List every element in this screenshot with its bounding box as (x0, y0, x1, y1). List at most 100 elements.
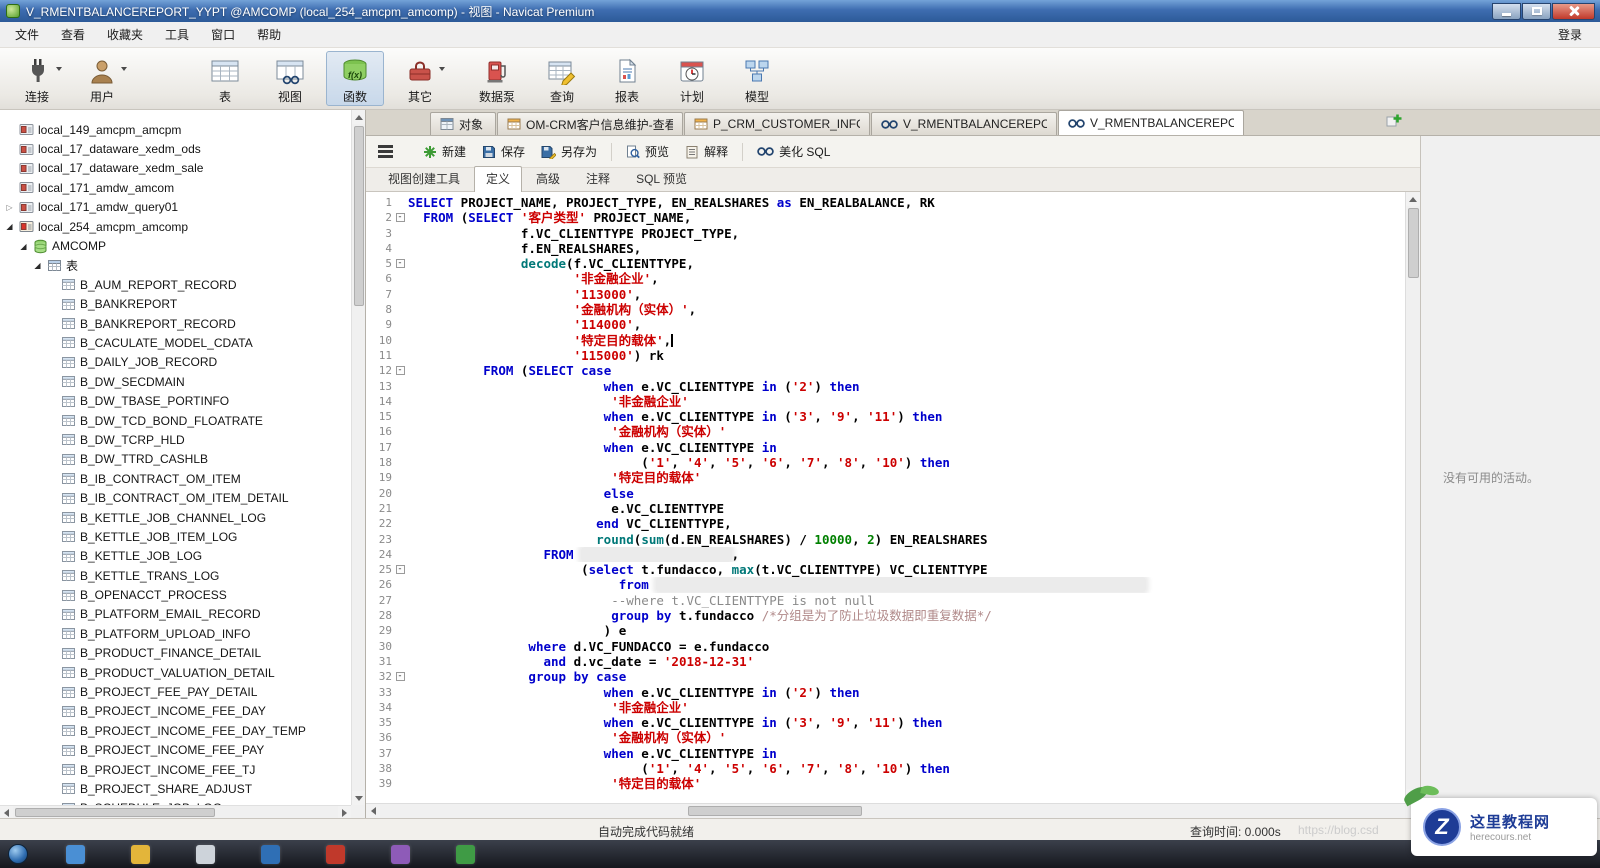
connection-item[interactable]: ◢ local_254_amcpm_amcomp (0, 217, 351, 236)
table-item[interactable]: B_DW_SECDMAIN (0, 372, 351, 391)
scroll-left-icon[interactable] (366, 804, 380, 818)
expanded-arrow-icon[interactable]: ◢ (32, 261, 43, 270)
table-item[interactable]: B_OPENACCT_PROCESS (0, 585, 351, 604)
code-text[interactable]: '非金融企业' (408, 700, 1405, 715)
table-item[interactable]: B_PRODUCT_VALUATION_DETAIL (0, 663, 351, 682)
code-text[interactable]: SELECT PROJECT_NAME, PROJECT_TYPE, EN_RE… (408, 195, 1405, 210)
sidebar-horizontal-scrollbar[interactable] (0, 805, 351, 818)
code-text[interactable]: round(sum(d.EN_REALSHARES) / 10000, 2) E… (408, 532, 1405, 547)
table-item[interactable]: B_AUM_REPORT_RECORD (0, 275, 351, 294)
database-item[interactable]: ◢ AMCOMP (0, 236, 351, 255)
fold-marker[interactable]: - (392, 562, 408, 577)
code-text[interactable]: when e.VC_CLIENTTYPE in (408, 746, 1405, 761)
table-item[interactable]: B_PROJECT_INCOME_FEE_TJ (0, 760, 351, 779)
connection-item[interactable]: local_171_amdw_amcom (0, 178, 351, 197)
scroll-up-icon[interactable] (1406, 192, 1420, 206)
table-item[interactable]: B_BANKREPORT_RECORD (0, 314, 351, 333)
menu-item-5[interactable]: 帮助 (246, 22, 292, 47)
code-text[interactable]: where d.VC_FUNDACCO = e.fundacco (408, 639, 1405, 654)
document-tab-0[interactable]: 对象 (430, 112, 496, 135)
code-text[interactable]: from (408, 577, 1405, 593)
toolbar-button-datapump[interactable]: 数据泵 (468, 51, 526, 106)
scrollbar-thumb[interactable] (15, 807, 215, 817)
fold-collapse-icon[interactable]: - (395, 213, 405, 223)
document-tab-4[interactable]: V_RMENTBALANCEREPORT... (1058, 110, 1244, 135)
code-text[interactable]: FROM (SELECT case (408, 363, 1405, 378)
code-text[interactable]: else (408, 486, 1405, 501)
code-text[interactable]: '非金融企业', (408, 271, 1405, 286)
code-text[interactable]: when e.VC_CLIENTTYPE in ('2') then (408, 685, 1405, 700)
editor-tab-4[interactable]: SQL 预览 (624, 166, 699, 191)
table-item[interactable]: B_KETTLE_JOB_ITEM_LOG (0, 527, 351, 546)
table-item[interactable]: B_PROJECT_INCOME_FEE_DAY (0, 702, 351, 721)
explain-button[interactable]: 解释 (677, 139, 736, 164)
table-item[interactable]: B_DW_TBASE_PORTINFO (0, 391, 351, 410)
code-text[interactable]: '金融机构（实体）' (408, 424, 1405, 439)
table-item[interactable]: B_DAILY_JOB_RECORD (0, 353, 351, 372)
fold-collapse-icon[interactable]: - (395, 259, 405, 269)
code-text[interactable]: '115000') rk (408, 348, 1405, 363)
code-text[interactable]: when e.VC_CLIENTTYPE in ('3', '9', '11')… (408, 409, 1405, 424)
table-item[interactable]: B_PRODUCT_FINANCE_DETAIL (0, 644, 351, 663)
table-item[interactable]: B_DW_TCRP_HLD (0, 430, 351, 449)
table-item[interactable]: B_DW_TCD_BOND_FLOATRATE (0, 411, 351, 430)
connection-item[interactable]: local_149_amcpm_amcpm (0, 120, 351, 139)
table-item[interactable]: B_KETTLE_JOB_CHANNEL_LOG (0, 508, 351, 527)
beautify-sql-button[interactable]: 美化 SQL (749, 139, 838, 164)
table-item[interactable]: B_PROJECT_INCOME_FEE_PAY (0, 741, 351, 760)
fold-collapse-icon[interactable]: - (395, 366, 405, 376)
scroll-left-icon[interactable] (0, 806, 13, 818)
code-text[interactable]: ('1', '4', '5', '6', '7', '8', '10') the… (408, 761, 1405, 776)
code-text[interactable]: ) e (408, 623, 1405, 638)
editor-tab-2[interactable]: 高级 (524, 166, 572, 191)
sidebar-vertical-scrollbar[interactable] (351, 110, 365, 805)
code-text[interactable]: decode(f.VC_CLIENTTYPE, (408, 256, 1405, 271)
code-text[interactable]: '非金融企业' (408, 394, 1405, 409)
fold-marker[interactable]: - (392, 210, 408, 225)
taskbar-app-icon[interactable] (261, 844, 280, 864)
menu-item-0[interactable]: 文件 (4, 22, 50, 47)
editor-vertical-scrollbar[interactable] (1405, 192, 1420, 803)
scroll-down-icon[interactable] (352, 791, 365, 805)
code-text[interactable]: when e.VC_CLIENTTYPE in (408, 440, 1405, 455)
table-item[interactable]: B_BANKREPORT (0, 295, 351, 314)
taskbar-app-icon[interactable] (456, 844, 475, 864)
code-text[interactable]: '113000', (408, 287, 1405, 302)
document-tab-3[interactable]: V_RMENTBALANCEREPORT... (871, 112, 1057, 135)
code-text[interactable]: and d.vc_date = '2018-12-31' (408, 654, 1405, 669)
toolbar-button-others[interactable]: 其它 (391, 51, 449, 106)
table-item[interactable]: B_CACULATE_MODEL_CDATA (0, 333, 351, 352)
taskbar-app-icon[interactable] (131, 844, 150, 864)
code-text[interactable]: end VC_CLIENTTYPE, (408, 516, 1405, 531)
save-button[interactable]: 保存 (474, 139, 533, 164)
table-item[interactable]: B_PLATFORM_UPLOAD_INFO (0, 624, 351, 643)
code-text[interactable]: '金融机构（实体）' (408, 730, 1405, 745)
toolbar-button-view[interactable]: 视图 (261, 51, 319, 106)
code-text[interactable]: e.VC_CLIENTTYPE (408, 501, 1405, 516)
toolbar-button-user[interactable]: 用户 (73, 51, 131, 106)
editor-tab-0[interactable]: 视图创建工具 (376, 166, 472, 191)
code-text[interactable]: ('1', '4', '5', '6', '7', '8', '10') the… (408, 455, 1405, 470)
maximize-button[interactable] (1522, 2, 1551, 20)
fold-collapse-icon[interactable]: - (395, 672, 405, 682)
expanded-arrow-icon[interactable]: ◢ (4, 222, 15, 231)
minimize-button[interactable] (1492, 2, 1521, 20)
toolbar-button-query[interactable]: 查询 (533, 51, 591, 106)
scroll-up-icon[interactable] (352, 110, 365, 124)
table-item[interactable]: B_PROJECT_SHARE_ADJUST (0, 779, 351, 798)
start-button-icon[interactable] (8, 844, 28, 864)
scrollbar-thumb[interactable] (1407, 208, 1419, 278)
toolbar-button-connection[interactable]: 连接 (8, 51, 66, 106)
close-button[interactable] (1552, 2, 1595, 20)
expanded-arrow-icon[interactable]: ◢ (18, 242, 29, 251)
code-text[interactable]: group by case (408, 669, 1405, 684)
sql-code-editor[interactable]: 1 SELECT PROJECT_NAME, PROJECT_TYPE, EN_R… (366, 192, 1405, 803)
fold-marker[interactable]: - (392, 363, 408, 378)
code-text[interactable]: (select t.fundacco, max(t.VC_CLIENTTYPE)… (408, 562, 1405, 577)
code-text[interactable]: '特定目的载体' (408, 776, 1405, 791)
code-text[interactable]: f.EN_REALSHARES, (408, 241, 1405, 256)
tables-folder-item[interactable]: ◢ 表 (0, 256, 351, 275)
collapsed-arrow-icon[interactable]: ▷ (4, 203, 15, 212)
new-tab-button[interactable] (1386, 112, 1404, 130)
menu-item-2[interactable]: 收藏夹 (96, 22, 154, 47)
